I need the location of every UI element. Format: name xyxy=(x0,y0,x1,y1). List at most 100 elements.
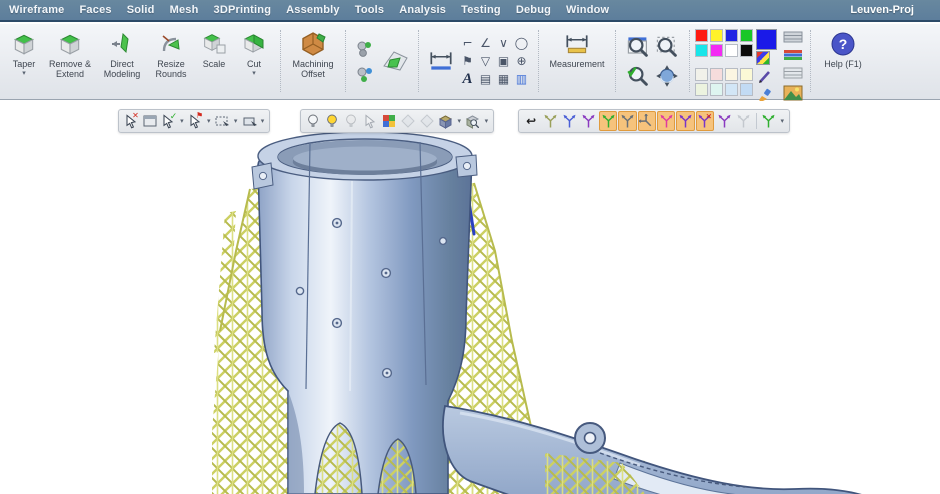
3d-model-canvas[interactable] xyxy=(0,101,940,494)
inherit-color-icon[interactable] xyxy=(380,111,398,131)
support-single-purple-icon[interactable] xyxy=(715,111,733,131)
menu-mesh[interactable]: Mesh xyxy=(170,4,199,16)
menu-3dprinting[interactable]: 3DPrinting xyxy=(214,4,272,16)
support-cone-gray-icon[interactable] xyxy=(541,111,559,131)
support-tree-green-icon[interactable] xyxy=(599,111,617,131)
pick-flag-cursor-icon[interactable]: ⚑ xyxy=(186,111,204,131)
marquee-in-icon[interactable] xyxy=(213,111,231,131)
marquee-in-dropdown-icon[interactable]: ▾ xyxy=(232,117,239,125)
menu-analysis[interactable]: Analysis xyxy=(399,4,446,16)
support-new-green-icon[interactable] xyxy=(759,111,777,131)
support-tree-pink-icon[interactable] xyxy=(657,111,675,131)
filter-dropdown-icon[interactable]: ▾ xyxy=(178,117,185,125)
arc-dimension-icon[interactable]: ⌐ xyxy=(459,35,476,52)
menu-wireframe[interactable]: Wireframe xyxy=(9,4,65,16)
linear-dimension-icon[interactable] xyxy=(425,45,457,77)
menu-testing[interactable]: Testing xyxy=(461,4,501,16)
color-swatch-black[interactable] xyxy=(740,44,753,57)
taper-dropdown-icon[interactable]: ▾ xyxy=(22,70,26,77)
support-cart-purple-icon[interactable] xyxy=(676,111,694,131)
color-swatch-red[interactable] xyxy=(695,29,708,42)
color-swatch-pale-4[interactable] xyxy=(740,68,753,81)
color-swatch-pale-7[interactable] xyxy=(725,83,738,96)
cursor-disabled-icon[interactable] xyxy=(361,111,379,131)
machining-offset-button[interactable]: Machining Offset xyxy=(287,27,339,95)
support-arrow-left-icon[interactable] xyxy=(638,111,656,131)
diamond-tool-icon-1[interactable] xyxy=(399,111,417,131)
deselect-cursor-icon[interactable]: ✕ xyxy=(122,111,140,131)
color-swatch-cyan[interactable] xyxy=(695,44,708,57)
support-disabled-icon[interactable] xyxy=(734,111,752,131)
color-swatch-multicolor[interactable] xyxy=(756,51,770,65)
color-picker-pen-icon[interactable] xyxy=(756,68,774,86)
color-swatch-yellow[interactable] xyxy=(710,29,723,42)
support-new-dropdown-icon[interactable]: ▾ xyxy=(779,117,786,125)
confirm-pick-cursor-icon[interactable]: ✓ xyxy=(160,111,178,131)
angle-dimension-icon[interactable]: ∠ xyxy=(477,35,494,52)
menu-debug[interactable]: Debug xyxy=(516,4,551,16)
measurement-button[interactable]: Measurement xyxy=(545,27,609,95)
support-delete-icon[interactable]: ✕ xyxy=(696,111,714,131)
color-swatch-pale-8[interactable] xyxy=(740,83,753,96)
orbit-rotate-icon[interactable] xyxy=(654,63,680,89)
remove-extend-button[interactable]: Remove & Extend xyxy=(44,27,96,95)
color-swatch-pale-6[interactable] xyxy=(710,83,723,96)
scale-button[interactable]: Scale xyxy=(194,27,234,95)
taper-button[interactable]: Taper ▾ xyxy=(4,27,44,95)
menu-faces[interactable]: Faces xyxy=(80,4,112,16)
image-annotation-icon[interactable]: ▣ xyxy=(495,53,512,70)
report-chart-icon[interactable]: ▥ xyxy=(513,71,530,88)
target-point-icon[interactable]: ⊕ xyxy=(513,53,530,70)
datum-triangle-icon[interactable]: ▽ xyxy=(477,53,494,70)
inspect-note-icon[interactable]: ▤ xyxy=(477,71,494,88)
text-annotation-icon[interactable]: A xyxy=(459,71,476,88)
bulb-partial-icon[interactable] xyxy=(342,111,360,131)
color-swatch-pale-2[interactable] xyxy=(710,68,723,81)
menu-tools[interactable]: Tools xyxy=(355,4,385,16)
table-annotation-icon[interactable]: ▦ xyxy=(495,71,512,88)
marquee-out-icon[interactable] xyxy=(240,111,258,131)
color-swatch-pale-1[interactable] xyxy=(695,68,708,81)
marquee-out-dropdown-icon[interactable]: ▾ xyxy=(259,117,266,125)
cut-dropdown-icon[interactable]: ▾ xyxy=(252,70,256,77)
prism-tool-icon[interactable] xyxy=(378,44,412,78)
support-tree-blue-icon[interactable] xyxy=(560,111,578,131)
layer-color-table-icon[interactable] xyxy=(781,47,805,63)
zoom-window-icon[interactable] xyxy=(625,34,651,60)
zoom-extents-icon[interactable] xyxy=(654,34,680,60)
list-rows-icon[interactable] xyxy=(781,65,805,81)
color-swatch-green[interactable] xyxy=(740,29,753,42)
bulb-off-icon[interactable] xyxy=(304,111,322,131)
diamond-tool-icon-2[interactable] xyxy=(418,111,436,131)
support-tree-gray-icon[interactable] xyxy=(618,111,636,131)
help-button[interactable]: ? Help (F1) xyxy=(817,27,869,95)
label-dimension-icon[interactable]: ⚑ xyxy=(459,53,476,70)
pick-flag-dropdown-icon[interactable]: ▾ xyxy=(205,117,212,125)
direct-modeling-button[interactable]: Direct Modeling xyxy=(96,27,148,95)
menu-solid[interactable]: Solid xyxy=(127,4,155,16)
menu-assembly[interactable]: Assembly xyxy=(286,4,340,16)
view-box-dropdown-icon[interactable]: ▾ xyxy=(456,117,463,125)
pick-filter-window-icon[interactable] xyxy=(141,111,159,131)
color-swatch-blue[interactable] xyxy=(725,29,738,42)
mesh-trim-icon[interactable] xyxy=(354,63,376,85)
cut-button[interactable]: Cut ▾ xyxy=(234,27,274,95)
color-swatch-active-blue[interactable] xyxy=(756,29,777,50)
menu-window[interactable]: Window xyxy=(566,4,609,16)
support-cluster-purple-icon[interactable] xyxy=(580,111,598,131)
mesh-refine-icon[interactable] xyxy=(354,38,376,60)
color-swatch-pale-3[interactable] xyxy=(725,68,738,81)
bulb-on-icon[interactable] xyxy=(323,111,341,131)
section-box-dropdown-icon[interactable]: ▾ xyxy=(483,117,490,125)
render-image-icon[interactable] xyxy=(781,83,805,103)
reverse-direction-icon[interactable]: ↩ xyxy=(522,111,540,131)
circle-dimension-icon[interactable]: ◯ xyxy=(513,35,530,52)
zoom-selected-icon[interactable] xyxy=(625,63,651,89)
taper-dimension-icon[interactable]: ∨ xyxy=(495,35,512,52)
color-swatch-magenta[interactable] xyxy=(710,44,723,57)
color-swatch-white[interactable] xyxy=(725,44,738,57)
view-box-icon[interactable] xyxy=(437,111,455,131)
resize-rounds-button[interactable]: Resize Rounds xyxy=(148,27,194,95)
layer-list-icon[interactable] xyxy=(781,29,805,45)
color-swatch-pale-5[interactable] xyxy=(695,83,708,96)
